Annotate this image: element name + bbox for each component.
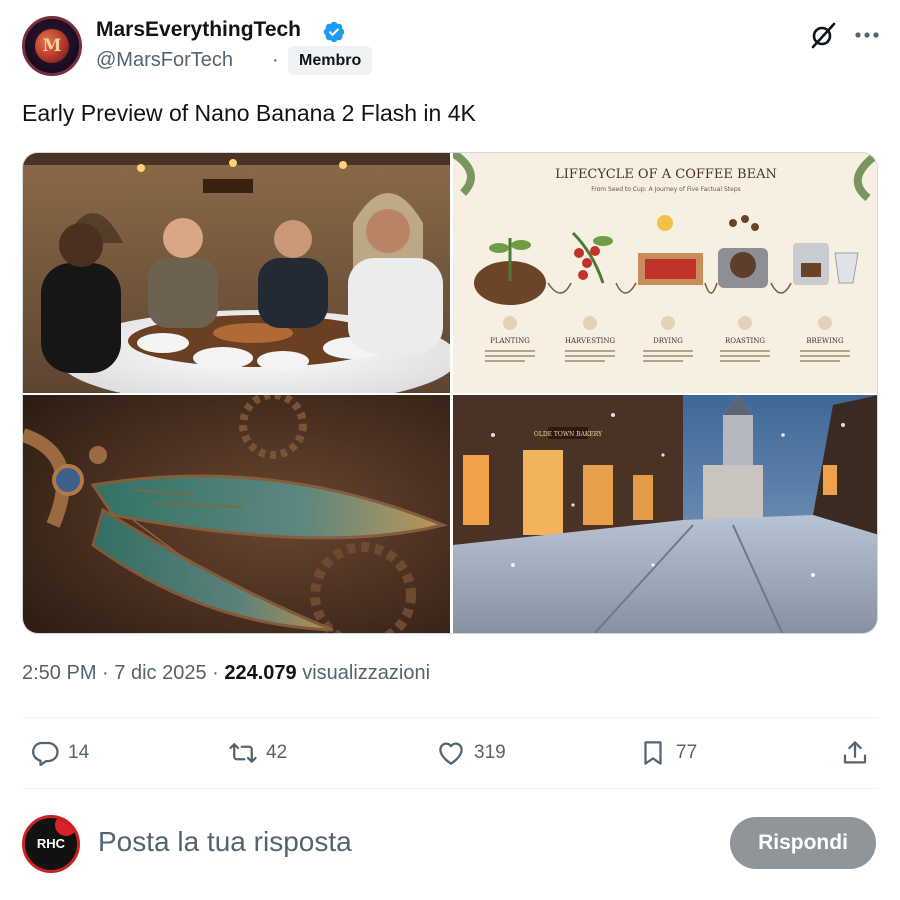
tweet-text: Early Preview of Nano Banana 2 Flash in … (22, 100, 476, 126)
heart-icon (439, 742, 463, 765)
share-icon (843, 741, 867, 764)
avatar-initials: RHC (36, 836, 66, 851)
bookmark-button[interactable]: 77 (638, 736, 697, 770)
submit-reply-button[interactable]: Rispondi (730, 817, 876, 869)
views-label: visualizzazioni (302, 662, 431, 684)
tweet-header: M MarsEverythingTech @MarsForTech · Memb… (22, 16, 879, 76)
media-image-restaurant[interactable] (23, 153, 450, 393)
separator-dot: · (272, 49, 279, 71)
step-label: BREWING (806, 337, 844, 345)
tweet-time[interactable]: 2:50 PM (22, 662, 96, 684)
step-label: HARVESTING (565, 337, 616, 345)
verified-badge-icon (323, 21, 345, 43)
media-image-snowy-street[interactable]: OLDE TOWN BAKERY (453, 395, 877, 633)
bookmark-icon (644, 741, 662, 765)
views-count: 224.079 (224, 662, 297, 684)
like-button[interactable]: 319 (436, 736, 506, 770)
media-image-dragonfly[interactable] (23, 395, 450, 633)
member-badge[interactable]: Membro (288, 46, 373, 75)
reply-button[interactable]: 14 (30, 736, 89, 770)
divider (22, 717, 878, 718)
divider (22, 788, 878, 789)
shop-sign-text: OLDE TOWN BAKERY (534, 431, 603, 438)
tweet-meta: 2:50 PM · 7 dic 2025 · 224.079 visualizz… (22, 662, 430, 685)
media-image-coffee-infographic[interactable]: LIFECYCLE OF A COFFEE BEAN From Seed to … (453, 153, 877, 393)
meta-separator: · (212, 662, 225, 684)
repost-button[interactable]: 42 (228, 736, 287, 770)
author-avatar[interactable]: M (22, 16, 82, 76)
author-handle[interactable]: @MarsForTech (96, 49, 233, 72)
bookmark-count: 77 (676, 742, 698, 763)
more-options-icon[interactable] (852, 20, 882, 50)
grok-icon[interactable] (808, 20, 838, 50)
infographic-title: LIFECYCLE OF A COFFEE BEAN (555, 167, 777, 182)
current-user-avatar[interactable]: RHC (22, 815, 80, 873)
meta-separator: · (102, 662, 115, 684)
repost-icon (229, 743, 257, 763)
tweet-date[interactable]: 7 dic 2025 (114, 662, 206, 684)
author-name[interactable]: MarsEverythingTech (96, 18, 301, 42)
avatar-logo-letter: M (42, 36, 62, 56)
step-label: PLANTING (490, 337, 530, 345)
infographic-subtitle: From Seed to Cup: A Journey of Five Fact… (591, 186, 741, 193)
repost-count: 42 (266, 742, 288, 763)
step-label: DRYING (653, 337, 683, 345)
share-button[interactable] (840, 736, 870, 770)
media-grid: LIFECYCLE OF A COFFEE BEAN From Seed to … (22, 152, 878, 634)
step-label: ROASTING (725, 337, 765, 345)
reply-input[interactable]: Posta la tua risposta (98, 826, 352, 858)
like-count: 319 (474, 742, 506, 763)
avatar-swoosh-icon (55, 818, 77, 836)
reply-icon (32, 741, 59, 766)
reply-count: 14 (68, 742, 90, 763)
